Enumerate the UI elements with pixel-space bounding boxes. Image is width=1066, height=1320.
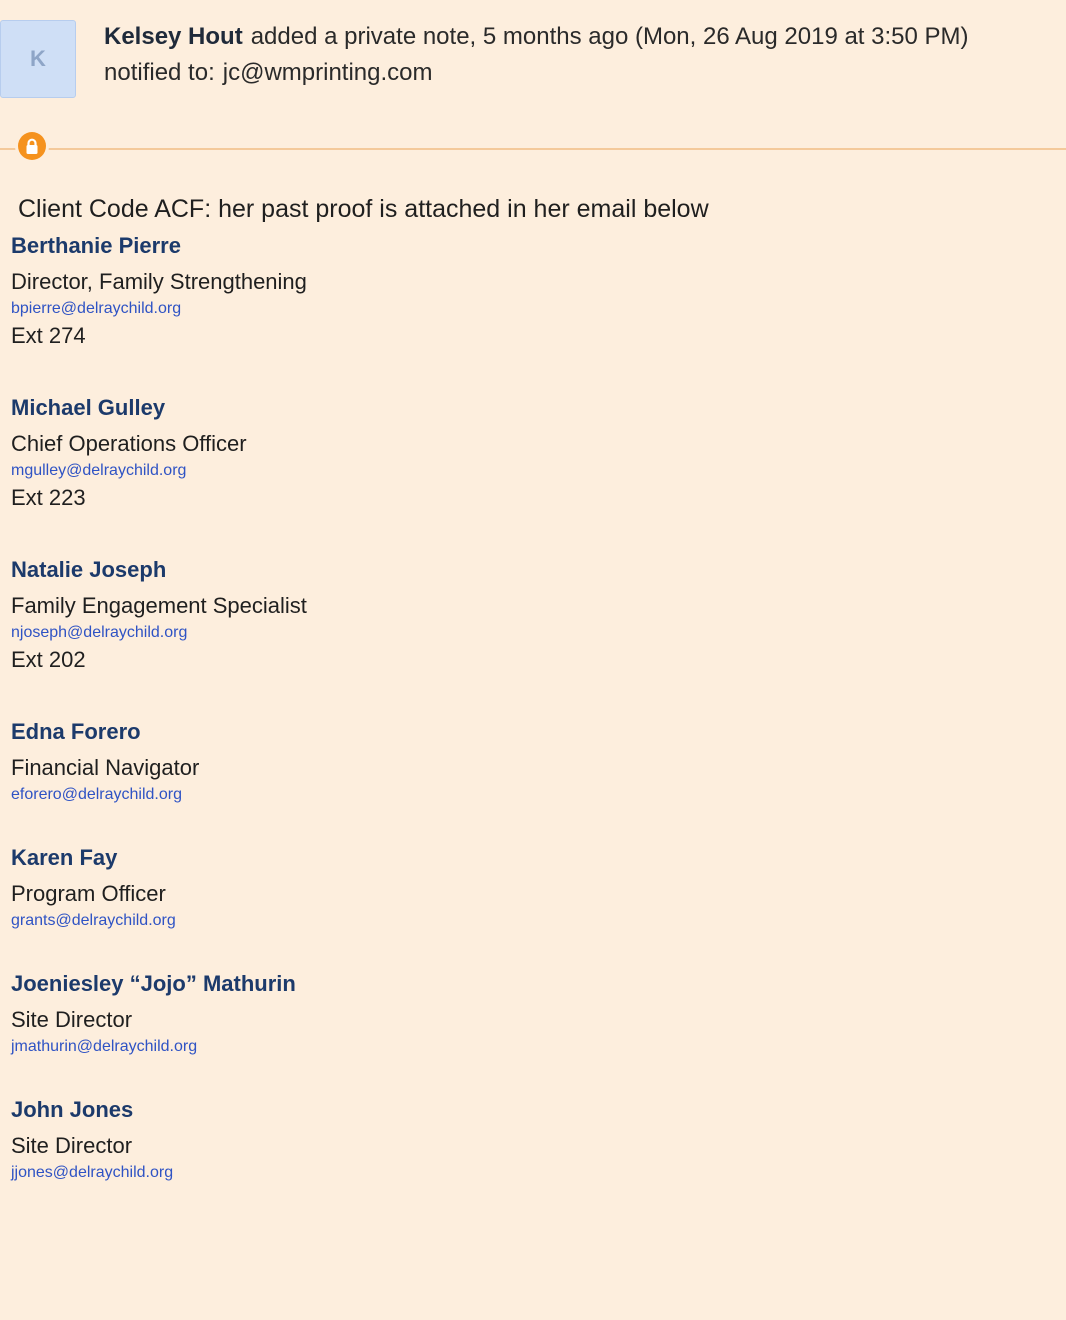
contact-name: Karen Fay xyxy=(11,845,118,870)
notified-label: notified to: xyxy=(104,59,215,86)
notified-line: notified to: jc@wmprinting.com xyxy=(104,58,433,88)
contact-title: Program Officer xyxy=(11,881,166,906)
contact-extension: Ext 274 xyxy=(11,323,86,348)
contact-entry: Edna Forero Financial Navigator eforero@de… xyxy=(11,714,307,804)
author-name[interactable]: Kelsey Hout xyxy=(104,23,243,50)
contact-email-link[interactable]: grants@delraychild.org xyxy=(11,912,307,930)
notified-email: jc@wmprinting.com xyxy=(222,59,433,86)
contact-entry: John Jones Site Director jjones@delraychil… xyxy=(11,1092,307,1182)
contact-name: John Jones xyxy=(11,1097,134,1122)
contact-email-link[interactable]: jjones@delraychild.org xyxy=(11,1164,307,1182)
contact-entry: Michael Gulley Chief Operations Officer mg… xyxy=(11,390,307,516)
contact-extension: Ext 223 xyxy=(11,485,86,510)
note-header: K Kelsey Hout added a private note, 5 mon… xyxy=(0,0,1066,148)
contact-title: Financial Navigator xyxy=(11,755,200,780)
contact-name: Michael Gulley xyxy=(11,395,166,420)
lock-icon xyxy=(26,138,38,154)
contact-title: Family Engagement Specialist xyxy=(11,593,307,618)
contact-list: Berthanie Pierre Director, Family Strengt… xyxy=(11,228,307,1218)
contact-email-link[interactable]: eforero@delraychild.org xyxy=(11,786,307,804)
note-action-text: added a private note, 5 months ago (Mon,… xyxy=(250,23,969,50)
contact-title: Chief Operations Officer xyxy=(11,431,247,456)
note-intro: Client Code ACF: her past proof is attac… xyxy=(18,195,709,223)
avatar-initial: K xyxy=(30,46,46,71)
contact-name: Joeniesley “Jojo” Mathurin xyxy=(11,971,296,996)
contact-name: Edna Forero xyxy=(11,719,141,744)
contact-name: Berthanie Pierre xyxy=(11,233,181,258)
contact-name: Natalie Joseph xyxy=(11,557,167,582)
contact-email-link[interactable]: njoseph@delraychild.org xyxy=(11,624,307,642)
contact-extension: Ext 202 xyxy=(11,647,86,672)
private-note-badge xyxy=(18,132,46,160)
contact-entry: Karen Fay Program Officer grants@delraychi… xyxy=(11,840,307,930)
contact-entry: Joeniesley “Jojo” Mathurin Site Director j… xyxy=(11,966,307,1056)
note-meta: Kelsey Hout added a private note, 5 month… xyxy=(104,22,969,52)
contact-title: Site Director xyxy=(11,1133,133,1158)
note-divider xyxy=(0,148,1066,150)
contact-email-link[interactable]: mgulley@delraychild.org xyxy=(11,462,307,480)
contact-entry: Berthanie Pierre Director, Family Strengt… xyxy=(11,228,307,354)
contact-title: Site Director xyxy=(11,1007,133,1032)
contact-entry: Natalie Joseph Family Engagement Speciali… xyxy=(11,552,307,678)
contact-title: Director, Family Strengthening xyxy=(11,269,307,294)
contact-email-link[interactable]: bpierre@delraychild.org xyxy=(11,300,307,318)
contact-email-link[interactable]: jmathurin@delraychild.org xyxy=(11,1038,307,1056)
avatar[interactable]: K xyxy=(0,20,76,98)
